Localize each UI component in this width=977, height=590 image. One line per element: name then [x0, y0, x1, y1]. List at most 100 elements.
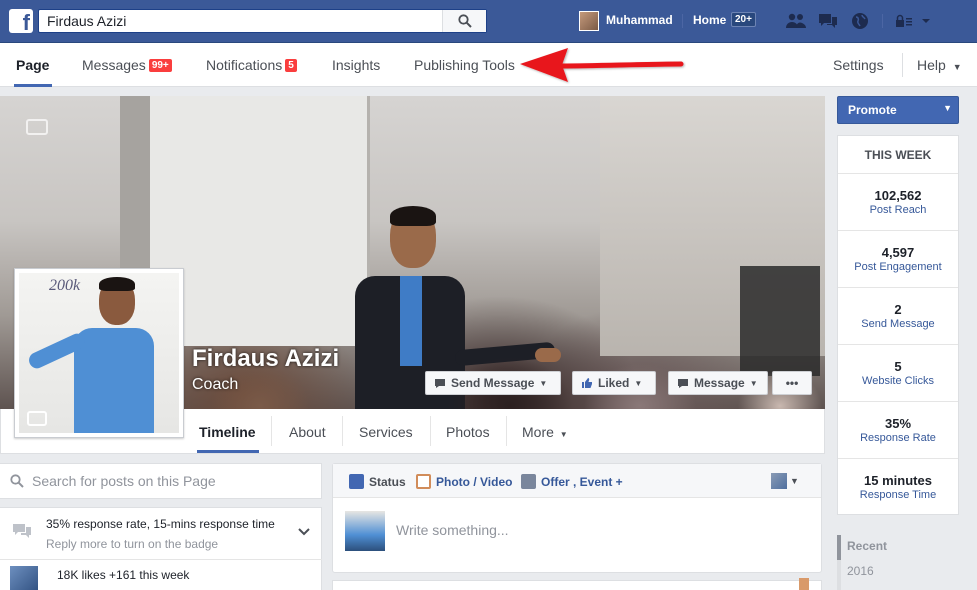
promote-chevron-down-icon[interactable]: ▼ [943, 103, 952, 113]
help-label: Help [917, 57, 946, 73]
notifications-count-badge: 5 [285, 59, 297, 72]
tab-divider [430, 416, 431, 446]
user-name-link[interactable]: Muhammad [606, 13, 673, 27]
active-tab-indicator [14, 84, 52, 87]
friend-requests-icon[interactable] [784, 10, 808, 32]
tab-insights[interactable]: Insights [332, 57, 380, 73]
page-title[interactable]: Firdaus Azizi [192, 345, 339, 373]
tab-timeline[interactable]: Timeline [199, 424, 256, 440]
response-badge-hint: Reply more to turn on the badge [46, 537, 219, 551]
stat-label[interactable]: Response Rate [838, 432, 958, 444]
stat-label[interactable]: Website Clicks [838, 375, 958, 387]
composer-status-label: Status [369, 474, 406, 489]
timeline-active-indicator [197, 450, 259, 453]
globe-notifications-icon[interactable] [848, 10, 872, 32]
chevron-down-icon: ▼ [790, 476, 799, 486]
tab-messages-label: Messages [82, 57, 146, 73]
stat-label[interactable]: Response Time [838, 489, 958, 501]
top-bar: f Muhammad Home 20+ [0, 0, 977, 43]
settings-link[interactable]: Settings [833, 57, 884, 73]
composer-tab-offer-event[interactable]: Offer , Event + [521, 474, 623, 489]
this-week-panel: THIS WEEK 102,562 Post Reach 4,597 Post … [837, 135, 959, 515]
tab-publishing-tools[interactable]: Publishing Tools [414, 57, 515, 73]
post-composer: Status Photo / Video Offer , Event + ▼ W… [332, 463, 822, 573]
likes-avatar [10, 566, 38, 590]
home-count-badge: 20+ [731, 12, 756, 27]
tab-page[interactable]: Page [16, 57, 49, 73]
stat-value: 35% [884, 416, 912, 431]
stat-post-engagement[interactable]: 4,597 Post Engagement [838, 231, 958, 288]
chevron-down-icon: ▼ [559, 430, 568, 439]
message-label: Message [694, 376, 745, 390]
home-link[interactable]: Home [693, 13, 726, 27]
topbar-divider [682, 14, 683, 28]
liked-button[interactable]: Liked ▼ [572, 371, 656, 395]
tab-photos[interactable]: Photos [446, 424, 490, 440]
stat-response-rate[interactable]: 35% Response Rate [838, 402, 958, 459]
chevron-down-icon: ▼ [634, 378, 643, 388]
stat-value: 102,562 [874, 188, 922, 203]
tab-about[interactable]: About [289, 424, 326, 440]
help-menu[interactable]: Help ▼ [917, 57, 962, 73]
tab-notifications[interactable]: Notifications 5 [206, 57, 297, 73]
thumbs-up-icon [582, 378, 592, 388]
tab-messages[interactable]: Messages 99+ [82, 57, 172, 73]
messages-count-badge: 99+ [148, 59, 172, 72]
chevron-down-icon: ▼ [749, 378, 758, 388]
page-admin-nav: Page Messages 99+ Notifications 5 Insights… [0, 43, 977, 87]
stat-label[interactable]: Send Message [838, 318, 958, 330]
stat-website-clicks[interactable]: 5 Website Clicks [838, 345, 958, 402]
account-menu-chevron-down-icon[interactable] [919, 10, 933, 32]
composer-offer-label: Offer , Event + [541, 474, 623, 489]
page-stats-card: 35% response rate, 15-mins response time… [0, 507, 322, 590]
profile-picture[interactable]: 200k [14, 268, 184, 438]
cover-speaker-hair [390, 206, 436, 226]
page-post-search-input[interactable]: Search for posts on this Page [32, 473, 216, 489]
more-options-button[interactable]: ••• [772, 371, 812, 395]
profile-person-hair [99, 277, 135, 291]
offer-tag-icon [521, 474, 536, 489]
message-bubble-icon [435, 378, 445, 388]
stat-response-time[interactable]: 15 minutes Response Time [838, 459, 958, 516]
photo-icon [416, 474, 431, 489]
stat-send-message[interactable]: 2 Send Message [838, 288, 958, 345]
message-button[interactable]: Message ▼ [668, 371, 768, 395]
tab-more[interactable]: More ▼ [522, 424, 568, 440]
stat-value: 5 [894, 359, 902, 374]
stat-label[interactable]: Post Reach [838, 204, 958, 216]
change-profile-camera-icon[interactable] [27, 411, 47, 426]
change-cover-camera-icon[interactable] [26, 119, 48, 135]
profile-whiteboard-text: 200k [49, 277, 81, 294]
expand-chevron-down-icon[interactable] [298, 528, 310, 536]
global-search[interactable] [38, 9, 487, 33]
composer-input[interactable]: Write something... [396, 522, 509, 538]
tab-divider [506, 416, 507, 446]
timeline-year-link[interactable]: 2016 [847, 564, 874, 578]
feed-post-card [332, 578, 822, 590]
composer-tab-photo-video[interactable]: Photo / Video [416, 474, 512, 489]
stat-post-reach[interactable]: 102,562 Post Reach [838, 174, 958, 231]
timeline-recent-link[interactable]: Recent [847, 539, 887, 553]
timeline-rail-active [837, 535, 841, 560]
page-post-search[interactable]: Search for posts on this Page [0, 463, 322, 499]
stat-value: 4,597 [881, 245, 915, 260]
search-icon [457, 14, 472, 28]
messages-icon[interactable] [816, 10, 840, 32]
privacy-lock-icon[interactable] [893, 10, 915, 32]
user-avatar[interactable] [579, 11, 599, 31]
post-as-selector[interactable]: ▼ [771, 473, 801, 489]
help-caret-icon: ▼ [952, 62, 962, 72]
likes-summary[interactable]: 18K likes +161 this week [57, 568, 189, 582]
tab-services[interactable]: Services [359, 424, 413, 440]
stat-label[interactable]: Post Engagement [838, 261, 958, 273]
send-message-button[interactable]: Send Message ▼ [425, 371, 561, 395]
promote-button[interactable]: Promote ▼ [837, 96, 959, 124]
global-search-input[interactable] [39, 10, 439, 32]
nav-divider [902, 53, 903, 77]
facebook-logo-icon[interactable]: f [9, 9, 33, 33]
liked-label: Liked [598, 376, 630, 390]
send-message-label: Send Message [451, 376, 535, 390]
composer-tab-status[interactable]: Status [349, 474, 406, 489]
tab-notifications-label: Notifications [206, 57, 283, 73]
search-button[interactable] [442, 10, 486, 32]
